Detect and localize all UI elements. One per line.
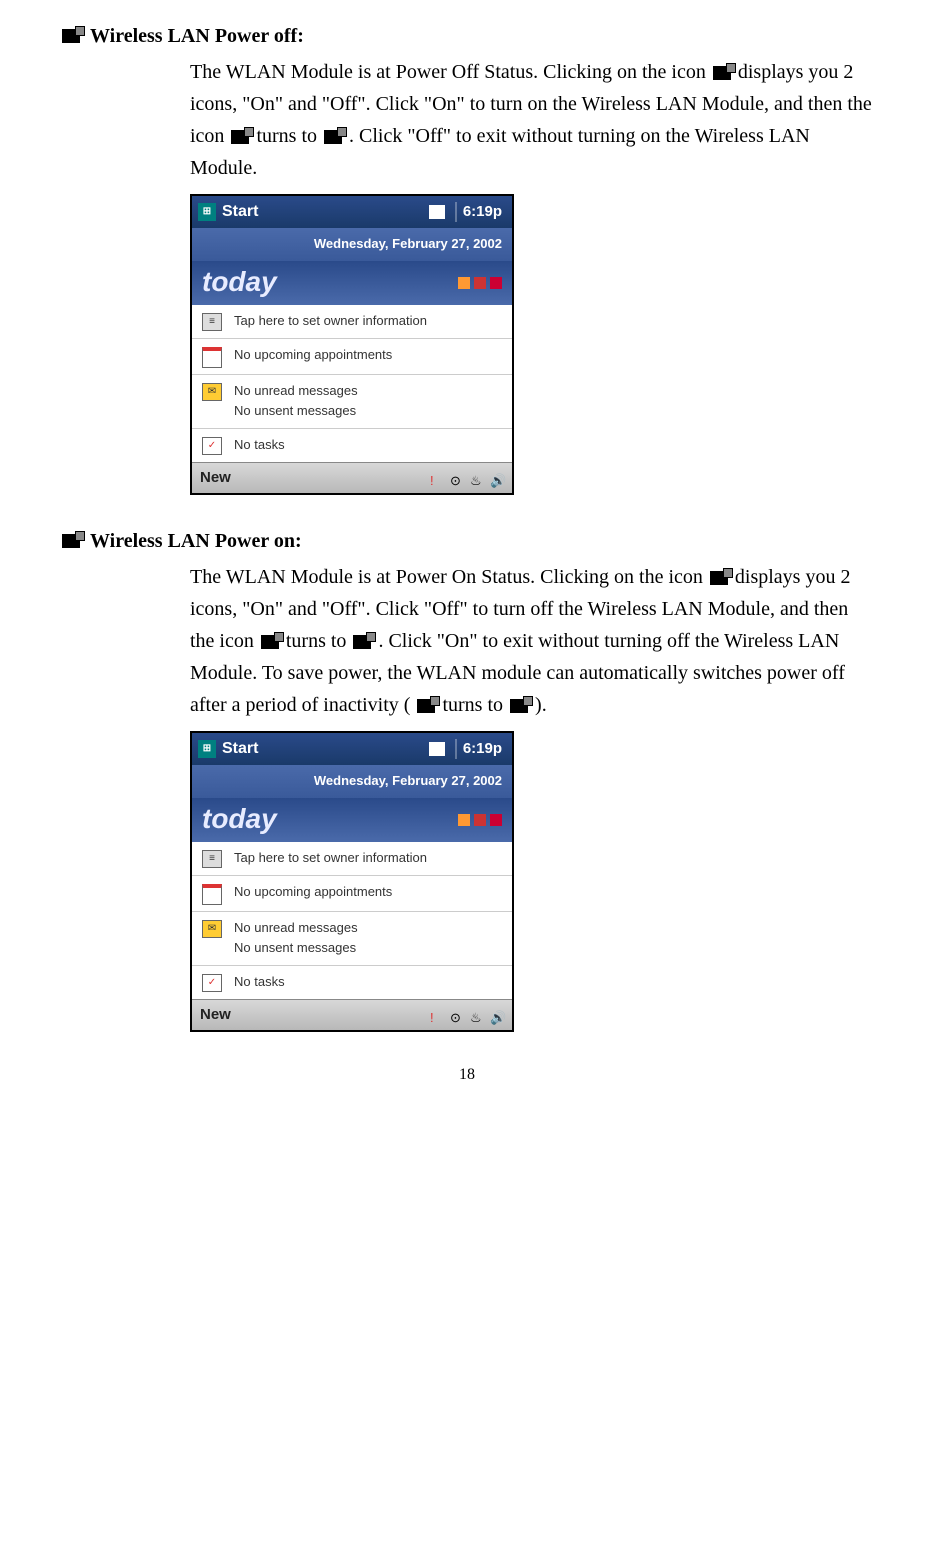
color-square xyxy=(490,814,502,826)
wlan-on-icon xyxy=(324,130,342,144)
connection-icon[interactable]: ♨ xyxy=(470,1008,484,1022)
item-label: No upcoming appointments xyxy=(234,882,502,903)
color-square xyxy=(490,277,502,289)
color-square xyxy=(458,814,470,826)
wlan-on-icon xyxy=(710,571,728,585)
new-button[interactable]: New xyxy=(200,1003,231,1027)
section-title: Wireless LAN Power off: xyxy=(90,20,304,52)
speaker-icon[interactable]: 🔊 xyxy=(490,1008,504,1022)
bottom-bar: New ! ⊙ ♨ 🔊 xyxy=(192,462,512,493)
color-squares xyxy=(458,814,502,826)
wlan-off-icon xyxy=(62,29,80,43)
wlan-on-icon xyxy=(261,635,279,649)
messages-item[interactable]: ✉ No unread messages No unsent messages xyxy=(192,375,512,430)
owner-info-item[interactable]: ≡ Tap here to set owner information xyxy=(192,305,512,339)
tasks-icon: ✓ xyxy=(202,437,222,455)
owner-icon: ≡ xyxy=(202,850,222,868)
calendar-icon xyxy=(202,884,222,905)
messages-item[interactable]: ✉ No unread messages No unsent messages xyxy=(192,912,512,967)
msg-line: No unsent messages xyxy=(234,401,502,422)
tray-wlan-icon[interactable] xyxy=(429,742,445,756)
desc-text: The WLAN Module is at Power Off Status. … xyxy=(190,61,711,83)
sync-icon[interactable]: ⊙ xyxy=(450,471,464,485)
date-bar: Wednesday, February 27, 2002 xyxy=(192,228,512,261)
today-header: today xyxy=(192,798,512,842)
color-square xyxy=(458,277,470,289)
sync-icon[interactable]: ⊙ xyxy=(450,1008,464,1022)
tray-wlan-icon[interactable] xyxy=(429,205,445,219)
tasks-icon: ✓ xyxy=(202,974,222,992)
tasks-item[interactable]: ✓ No tasks xyxy=(192,966,512,999)
owner-info-item[interactable]: ≡ Tap here to set owner information xyxy=(192,842,512,876)
page-number: 18 xyxy=(60,1062,874,1088)
item-label: No unread messages No unsent messages xyxy=(234,918,502,960)
item-label: No tasks xyxy=(234,435,502,456)
desc-text: The WLAN Module is at Power On Status. C… xyxy=(190,566,708,588)
section-header-power-off: Wireless LAN Power off: xyxy=(60,20,874,52)
windows-icon[interactable]: ⊞ xyxy=(198,740,216,758)
desc-text: turns to xyxy=(286,630,352,652)
desc-text: turns to xyxy=(442,694,508,716)
item-label: Tap here to set owner information xyxy=(234,311,502,332)
msg-line: No unsent messages xyxy=(234,938,502,959)
description-power-on: The WLAN Module is at Power On Status. C… xyxy=(190,561,874,721)
appointments-item[interactable]: No upcoming appointments xyxy=(192,876,512,912)
start-button[interactable]: Start xyxy=(222,199,258,225)
clock[interactable]: 6:19p xyxy=(463,200,506,224)
item-label: No tasks xyxy=(234,972,502,993)
taskbar: ⊞ Start 6:19p xyxy=(192,196,512,228)
mail-icon: ✉ xyxy=(202,383,222,401)
section-title: Wireless LAN Power on: xyxy=(90,525,302,557)
start-button[interactable]: Start xyxy=(222,736,258,762)
tasks-item[interactable]: ✓ No tasks xyxy=(192,429,512,462)
today-header: today xyxy=(192,261,512,305)
bottom-icons: ! ⊙ ♨ 🔊 xyxy=(430,471,504,485)
color-square xyxy=(474,277,486,289)
wlan-on-icon xyxy=(62,534,80,548)
msg-line: No unread messages xyxy=(234,381,502,402)
clock[interactable]: 6:19p xyxy=(463,737,506,761)
appointments-item[interactable]: No upcoming appointments xyxy=(192,339,512,375)
wlan-off-icon xyxy=(510,699,528,713)
today-logo: today xyxy=(202,797,277,842)
mail-icon: ✉ xyxy=(202,920,222,938)
date-bar: Wednesday, February 27, 2002 xyxy=(192,765,512,798)
color-square xyxy=(474,814,486,826)
item-label: Tap here to set owner information xyxy=(234,848,502,869)
windows-icon[interactable]: ⊞ xyxy=(198,203,216,221)
taskbar: ⊞ Start 6:19p xyxy=(192,733,512,765)
connection-icon[interactable]: ♨ xyxy=(470,471,484,485)
wlan-on-icon xyxy=(417,699,435,713)
section-header-power-on: Wireless LAN Power on: xyxy=(60,525,874,557)
today-logo: today xyxy=(202,260,277,305)
speaker-icon[interactable]: 🔊 xyxy=(490,471,504,485)
desc-text: ). xyxy=(535,694,547,716)
bottom-bar: New ! ⊙ ♨ 🔊 xyxy=(192,999,512,1030)
color-squares xyxy=(458,277,502,289)
owner-icon: ≡ xyxy=(202,313,222,331)
description-power-off: The WLAN Module is at Power Off Status. … xyxy=(190,56,874,184)
desc-text: turns to xyxy=(256,125,322,147)
msg-line: No unread messages xyxy=(234,918,502,939)
wlan-off-icon xyxy=(353,635,371,649)
alert-icon[interactable]: ! xyxy=(430,471,444,485)
wlan-off-icon xyxy=(713,66,731,80)
alert-icon[interactable]: ! xyxy=(430,1008,444,1022)
pda-screenshot-2: ⊞ Start 6:19p Wednesday, February 27, 20… xyxy=(190,731,514,1032)
item-label: No upcoming appointments xyxy=(234,345,502,366)
new-button[interactable]: New xyxy=(200,466,231,490)
item-label: No unread messages No unsent messages xyxy=(234,381,502,423)
calendar-icon xyxy=(202,347,222,368)
wlan-off-icon xyxy=(231,130,249,144)
bottom-icons: ! ⊙ ♨ 🔊 xyxy=(430,1008,504,1022)
pda-screenshot-1: ⊞ Start 6:19p Wednesday, February 27, 20… xyxy=(190,194,514,495)
